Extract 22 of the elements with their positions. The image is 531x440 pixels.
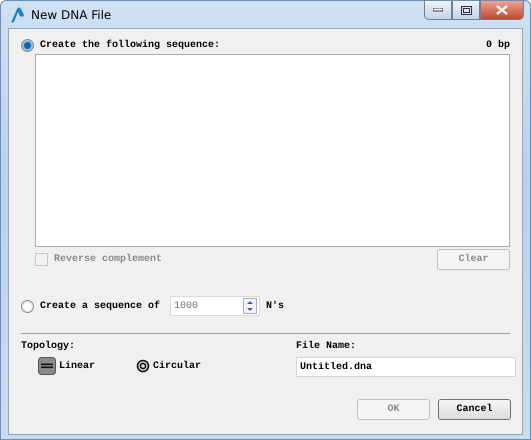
file-name-label: File Name: — [296, 341, 358, 352]
sequence-field[interactable] — [35, 54, 510, 247]
window-title: New DNA File — [31, 8, 112, 22]
topology-option-label: Circular — [153, 360, 202, 372]
length-label: 0 bp — [486, 40, 510, 51]
topology-option-label: Linear — [59, 360, 96, 372]
spinner-arrows-icon[interactable] — [243, 298, 258, 314]
close-icon[interactable] — [496, 5, 508, 15]
file-name-field[interactable]: Untitled.dna — [296, 357, 516, 377]
radio-button[interactable] — [21, 300, 34, 312]
radio-button[interactable] — [21, 39, 34, 52]
cancel-button[interactable]: Cancel — [438, 399, 511, 420]
unit-label: N's — [266, 300, 284, 312]
maximize-icon[interactable] — [460, 6, 472, 14]
topology-label: Topology: — [21, 341, 76, 352]
circle-icon[interactable] — [136, 359, 150, 373]
minimize-icon[interactable] — [433, 8, 443, 12]
app-logo-icon — [9, 6, 25, 24]
linear-icon[interactable] — [38, 357, 56, 375]
option-label: Create a sequence of — [40, 300, 160, 312]
checkbox-label: Reverse complement — [54, 254, 162, 265]
option-label: Create the following sequence: — [40, 40, 220, 51]
